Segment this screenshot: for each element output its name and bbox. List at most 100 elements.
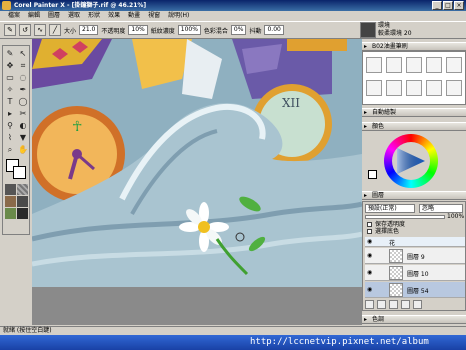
layer-row[interactable]: ◉ 圖層 10 <box>365 265 465 281</box>
color-sets-panel-header[interactable]: 色調 <box>362 315 466 324</box>
dropper-icon[interactable]: ⌇ <box>4 132 16 143</box>
brush-preset-8[interactable] <box>406 80 422 96</box>
layer-adjuster-icon[interactable]: ✥ <box>4 60 16 71</box>
layers-panel: 預設(正常) 忽略 100% 保存透明度 選擇底色 ◉ 花 ◉ 圖層 9 ◉ 圖… <box>362 201 466 311</box>
auto-paint-panel-header[interactable]: 自動繪製 <box>362 108 466 117</box>
text-icon[interactable]: T <box>4 96 16 107</box>
additional-color-swatch[interactable] <box>13 166 26 179</box>
pen-icon[interactable]: ✒ <box>17 84 29 95</box>
main-color-chip[interactable] <box>368 170 377 179</box>
colors-panel-header[interactable]: 顏色 <box>362 122 466 131</box>
dodge-icon[interactable]: ◐ <box>17 120 29 131</box>
brush-preset-4[interactable] <box>426 57 442 73</box>
visibility-eye-icon[interactable]: ◉ <box>367 286 375 294</box>
menu-edit[interactable]: 編輯 <box>24 11 44 21</box>
app-icon[interactable] <box>2 1 11 10</box>
lasso-icon[interactable]: ◌ <box>17 72 29 83</box>
close-icon[interactable]: × <box>454 1 464 10</box>
magnifier-icon[interactable]: ⌕ <box>4 144 16 155</box>
layer-name: 圖層 9 <box>407 254 425 261</box>
brush-preset-3[interactable] <box>406 57 422 73</box>
size-field[interactable]: 21.0 <box>79 25 99 35</box>
layer-name: 花 <box>389 240 396 247</box>
paint-bucket-icon[interactable]: ▼ <box>17 132 29 143</box>
reset-icon[interactable]: ↺ <box>19 24 31 36</box>
arrow-icon[interactable]: ↖ <box>17 48 29 59</box>
document-canvas[interactable]: XII ☥ <box>32 39 362 287</box>
shape-select-icon[interactable]: ▸ <box>4 108 16 119</box>
layers-panel-header[interactable]: 圖層 <box>362 191 466 200</box>
artwork: XII ☥ <box>32 39 362 287</box>
menu-shapes[interactable]: 形狀 <box>84 11 104 21</box>
look-selector-icon[interactable] <box>17 208 28 219</box>
magic-wand-icon[interactable]: ✧ <box>4 84 16 95</box>
menu-window[interactable]: 視窗 <box>144 11 164 21</box>
menu-file[interactable]: 檔案 <box>4 11 24 21</box>
scissors-icon[interactable]: ✂ <box>17 108 29 119</box>
straight-line-icon[interactable]: ╱ <box>49 24 61 36</box>
shape-icon[interactable]: ◯ <box>17 96 29 107</box>
menu-layers[interactable]: 圖層 <box>44 11 64 21</box>
visibility-eye-icon[interactable]: ◉ <box>367 269 375 277</box>
rect-select-icon[interactable]: ▭ <box>4 72 16 83</box>
resat-label: 色彩混合 <box>203 27 228 35</box>
layer-thumbnail <box>389 283 403 297</box>
visibility-eye-icon[interactable]: ◉ <box>367 252 375 260</box>
auto-paint-panel-title: 自動繪製 <box>372 109 397 116</box>
layer-commands-icon[interactable] <box>365 300 374 309</box>
weaving-selector-icon[interactable] <box>5 208 16 219</box>
opacity-slider[interactable] <box>365 215 445 219</box>
resat-field[interactable]: 0% <box>230 25 247 35</box>
menu-movie[interactable]: 動畫 <box>124 11 144 21</box>
minimize-icon[interactable]: _ <box>432 1 442 10</box>
brush-preset-5[interactable] <box>446 57 462 73</box>
nozzle-selector-icon[interactable] <box>17 196 28 207</box>
brushes-panel-title: B02油畫筆刷 <box>372 43 408 50</box>
mask-icon[interactable] <box>389 300 398 309</box>
menu-select[interactable]: 選取 <box>64 11 84 21</box>
dynamic-plugins-icon[interactable] <box>377 300 386 309</box>
composite-method-select[interactable]: 預設(正常) <box>365 204 415 213</box>
pick-up-color-checkbox[interactable] <box>367 229 372 234</box>
layer-group-row[interactable]: ◉ 花 <box>365 237 465 247</box>
color-sets-panel-title: 色調 <box>372 316 385 323</box>
brushes-panel-header[interactable]: B02油畫筆刷 <box>362 42 466 51</box>
opacity-label: 不透明度 <box>101 27 126 35</box>
delete-layer-icon[interactable] <box>413 300 422 309</box>
brush-preset-10[interactable] <box>446 80 462 96</box>
visibility-eye-icon[interactable]: ◉ <box>367 238 375 246</box>
new-layer-icon[interactable] <box>401 300 410 309</box>
layer-row-selected[interactable]: ◉ 圖層 54 <box>365 282 465 298</box>
menu-help[interactable]: 說明(H) <box>164 11 193 21</box>
maximize-icon[interactable]: □ <box>443 1 453 10</box>
grabber-icon[interactable]: ✋ <box>17 144 29 155</box>
brush-preset-6[interactable] <box>366 80 382 96</box>
grain-field[interactable]: 100% <box>177 25 201 35</box>
composite-depth-select[interactable]: 忽略 <box>419 204 463 213</box>
color-wheel-panel <box>362 132 466 188</box>
gradient-selector-icon[interactable] <box>17 184 28 195</box>
rubber-stamp-icon[interactable]: ⚲ <box>4 120 16 131</box>
brush-preset-2[interactable] <box>386 57 402 73</box>
crop-icon[interactable]: ⌗ <box>17 60 29 71</box>
brush-preset-1[interactable] <box>366 57 382 73</box>
opacity-field[interactable]: 10% <box>128 25 148 35</box>
brush-category-label: 環境 <box>378 22 391 29</box>
brush-category-icon[interactable] <box>360 22 376 38</box>
right-panel-dock: B02油畫筆刷 自動繪製 顏色 圖層 預設(正常) 忽略 100% 保存透明度 … <box>362 39 466 329</box>
paper-selector-icon[interactable] <box>5 184 16 195</box>
brush-preset-7[interactable] <box>386 80 402 96</box>
canvas-background <box>32 287 362 325</box>
brush-preset-9[interactable] <box>426 80 442 96</box>
saturation-triangle[interactable] <box>395 146 427 176</box>
layer-row[interactable]: ◉ 圖層 9 <box>365 248 465 264</box>
grain-label: 紙紋濃度 <box>150 27 175 35</box>
freehand-icon[interactable]: ∿ <box>34 24 46 36</box>
bleed-field[interactable]: 0.00 <box>264 25 284 35</box>
preserve-transparency-checkbox[interactable] <box>367 222 372 227</box>
brush-icon[interactable]: ✎ <box>4 48 16 59</box>
menu-effects[interactable]: 效果 <box>104 11 124 21</box>
brush-tool-icon[interactable]: ✎ <box>4 24 16 36</box>
pattern-selector-icon[interactable] <box>5 196 16 207</box>
colors-panel-title: 顏色 <box>372 123 385 130</box>
